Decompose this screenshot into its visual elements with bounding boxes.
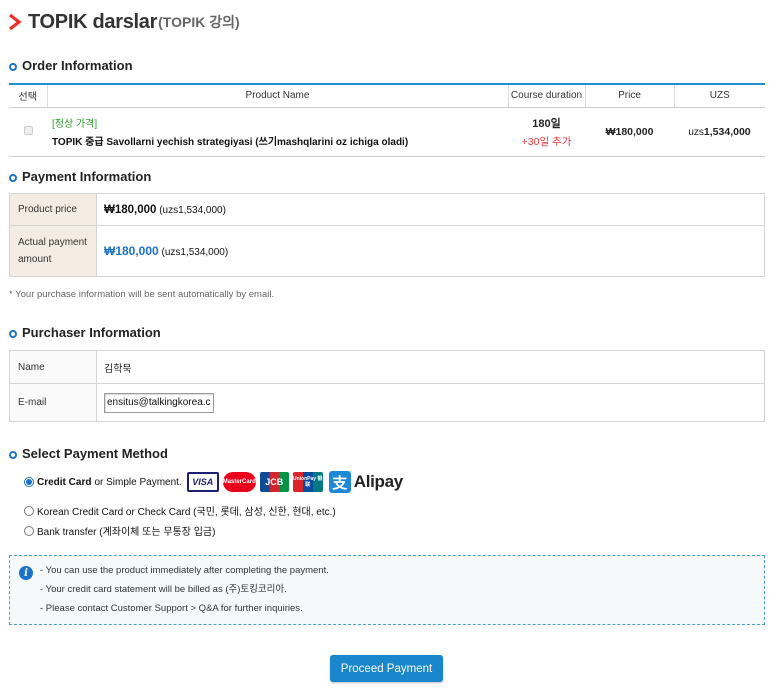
uzs-prefix: uzs: [688, 126, 704, 138]
jcb-icon: JCB: [259, 472, 289, 492]
uzs-amount: 1,534,000: [703, 125, 751, 138]
chevron-right-icon: [9, 13, 22, 31]
bank-transfer-radio[interactable]: [24, 525, 34, 536]
table-row: Product price ₩180,000 (uzs1,534,000): [9, 193, 765, 226]
payment-option-korean-card[interactable]: Korean Credit Card or Check Card (국민, 롯데…: [24, 503, 336, 518]
credit-card-radio[interactable]: [24, 477, 34, 487]
product-price: ₩180,000: [104, 203, 157, 216]
payment-notice: i - You can use the product immediately …: [9, 555, 765, 625]
alipay-logo: 支 Alipay: [328, 471, 404, 493]
product-price-label: Product price: [9, 193, 97, 226]
col-select: 선택: [9, 83, 47, 108]
uzs-cell: uzs1,534,000: [674, 107, 765, 157]
duration-cell: 180일 +30일 추가: [508, 107, 585, 157]
order-section-label: Order Information: [22, 58, 133, 73]
korean-card-radio[interactable]: [24, 505, 34, 516]
unionpay-icon: UnionPay 银联: [292, 472, 323, 492]
email-field[interactable]: [104, 392, 214, 413]
name-label: Name: [9, 350, 97, 384]
payment-section-label: Payment Information: [22, 169, 152, 184]
col-course-duration: Course duration: [507, 83, 585, 108]
alipay-text: Alipay: [353, 472, 404, 491]
alipay-icon: 支: [328, 471, 351, 493]
visa-icon: VISA: [186, 472, 219, 492]
bullet-icon: [9, 174, 17, 182]
bullet-icon: [9, 451, 17, 459]
name-value: 김학묵: [96, 350, 765, 384]
list-item: - Your credit card statement will be bil…: [40, 584, 287, 595]
select-cell: [9, 107, 47, 157]
actual-payment-label-line1: Actual payment: [18, 237, 87, 248]
table-row: [정상 가격] TOPIK 중급 Savollarni yechish stra…: [9, 107, 765, 157]
table-row: Actual payment amount ₩180,000 (uzs1,534…: [9, 225, 765, 277]
order-table: 선택 Product Name Course duration Price UZ…: [9, 83, 765, 157]
order-section-title: Order Information: [9, 58, 133, 73]
payment-info-table: Product price ₩180,000 (uzs1,534,000) Ac…: [9, 193, 765, 277]
col-product-name: Product Name: [46, 83, 508, 108]
email-label: E-mail: [9, 383, 97, 422]
price-tag: [정상 가격]: [52, 119, 98, 130]
bullet-icon: [9, 330, 17, 338]
list-item: - Please contact Customer Support > Q&A …: [40, 603, 303, 614]
email-cell: [96, 383, 765, 422]
purchaser-table: Name 김학묵 E-mail: [9, 350, 765, 422]
actual-payment-label: Actual payment amount: [9, 225, 97, 277]
card-logos: VISA MasterCard JCB UnionPay 银联 支 Alipay: [186, 471, 404, 493]
table-row: Name 김학묵: [9, 350, 765, 384]
actual-payment-uzs: (uzs1,534,000): [161, 247, 229, 258]
actual-payment-value: ₩180,000 (uzs1,534,000): [96, 225, 765, 277]
col-price: Price: [584, 83, 674, 108]
mastercard-icon: MasterCard: [222, 472, 256, 492]
payment-option-credit-card[interactable]: Credit Card or Simple Payment. VISA Mast…: [24, 471, 403, 493]
purchaser-section-label: Purchaser Information: [22, 325, 161, 340]
product-checkbox[interactable]: [23, 125, 33, 135]
korean-card-label: Korean Credit Card or Check Card (국민, 롯데…: [37, 507, 336, 518]
page-title: TOPIK darslar (TOPIK 강의): [8, 10, 240, 34]
simple-payment-label: or Simple Payment.: [94, 476, 182, 488]
payment-method-section-title: Select Payment Method: [9, 446, 168, 461]
bullet-icon: [9, 63, 17, 71]
product-price-uzs: (uzs1,534,000): [159, 204, 226, 216]
notice-list: - You can use the product immediately af…: [40, 565, 329, 622]
actual-payment-label-line2: amount: [18, 254, 52, 265]
proceed-payment-button[interactable]: Proceed Payment: [330, 655, 443, 682]
payment-section-title: Payment Information: [9, 169, 151, 184]
duration: 180일: [532, 117, 561, 130]
info-icon: i: [19, 566, 33, 580]
email-note: * Your purchase information will be sent…: [9, 289, 275, 300]
actual-payment-amount: ₩180,000: [104, 244, 159, 258]
product-price-value: ₩180,000 (uzs1,534,000): [96, 193, 765, 226]
bank-transfer-label: Bank transfer (계좌이체 또는 무통장 입금): [37, 527, 216, 538]
purchaser-section-title: Purchaser Information: [9, 325, 161, 340]
product-cell: [정상 가격] TOPIK 중급 Savollarni yechish stra…: [47, 107, 508, 157]
page-title-main: TOPIK darslar: [28, 10, 158, 33]
product-name: TOPIK 중급 Savollarni yechish strategiyasi…: [52, 137, 409, 148]
duration-extra: +30일 추가: [521, 135, 572, 148]
col-uzs: UZS: [673, 83, 765, 108]
payment-method-section-label: Select Payment Method: [22, 446, 168, 461]
page-title-sub: (TOPIK 강의): [158, 14, 240, 30]
payment-option-bank-transfer[interactable]: Bank transfer (계좌이체 또는 무통장 입금): [24, 523, 215, 538]
list-item: - You can use the product immediately af…: [40, 565, 329, 576]
credit-card-label: Credit Card: [37, 476, 92, 488]
price: ₩180,000: [585, 107, 674, 157]
table-row: E-mail: [9, 383, 765, 422]
